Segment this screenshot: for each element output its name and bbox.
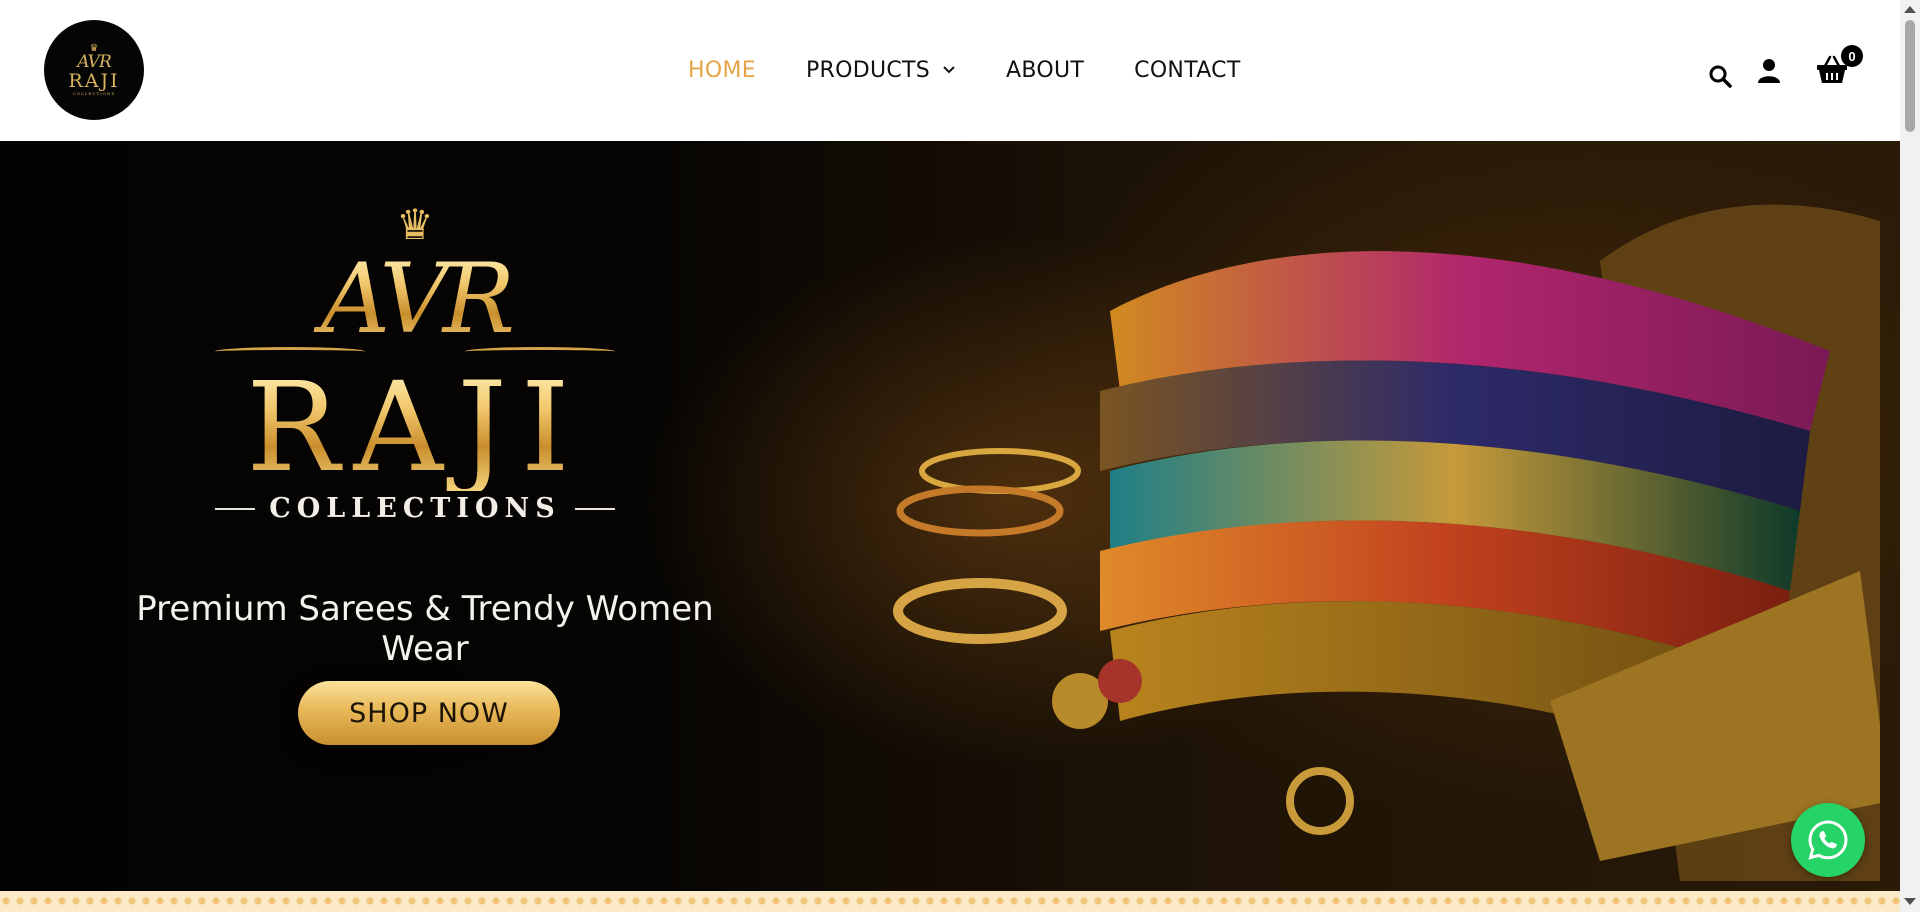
nav-about[interactable]: ABOUT [1006,58,1084,83]
cart-count-badge: 0 [1841,45,1863,67]
nav-products[interactable]: PRODUCTS [806,58,956,83]
site-header: ♛ AVR RAJI COLLECTIONS HOME PRODUCTS ABO… [0,0,1900,141]
crown-icon: ♛ [396,200,434,249]
hero-tagline: Premium Sarees & Trendy Women Wear [136,589,714,669]
nav-home[interactable]: HOME [688,58,756,83]
whatsapp-button[interactable] [1791,803,1865,877]
hero-logo: ♛ AVR RAJI COLLECTIONS [200,201,630,524]
nav-about-label: ABOUT [1006,57,1085,83]
saree-stack-image [893,204,1880,881]
nav-contact[interactable]: CONTACT [1134,58,1240,83]
main-nav: HOME PRODUCTS ABOUT CONTACT [688,52,1291,88]
scroll-down-arrow[interactable] [1904,898,1916,905]
pattern-divider [0,891,1900,912]
ornament-divider [205,343,625,357]
nav-contact-label: CONTACT [1134,57,1241,83]
chevron-down-icon [943,66,955,74]
search-icon[interactable] [1708,64,1732,88]
brand-logo[interactable]: ♛ AVR RAJI COLLECTIONS [44,20,144,120]
logo-word: RAJI [68,69,120,92]
hero-banner: ♛ AVR RAJI COLLECTIONS Premium Sarees & … [0,141,1900,891]
nav-products-label: PRODUCTS [805,57,931,83]
page-scrollbar[interactable] [1900,0,1920,912]
nav-home-label: HOME [688,57,756,83]
user-icon[interactable] [1757,58,1781,84]
scrollbar-thumb[interactable] [1905,20,1915,132]
sub-line-right [574,507,615,510]
logo-sub: COLLECTIONS [72,90,116,96]
hero-sub: COLLECTIONS [269,493,561,524]
logo-monogram: AVR [77,51,112,72]
hero-monogram: AVR [200,249,630,349]
hero-brand-word: RAJI [200,365,630,491]
scroll-up-arrow[interactable] [1904,6,1916,13]
sub-line-left [215,507,256,510]
shop-now-button[interactable]: SHOP NOW [298,681,560,745]
whatsapp-icon [1808,820,1848,860]
